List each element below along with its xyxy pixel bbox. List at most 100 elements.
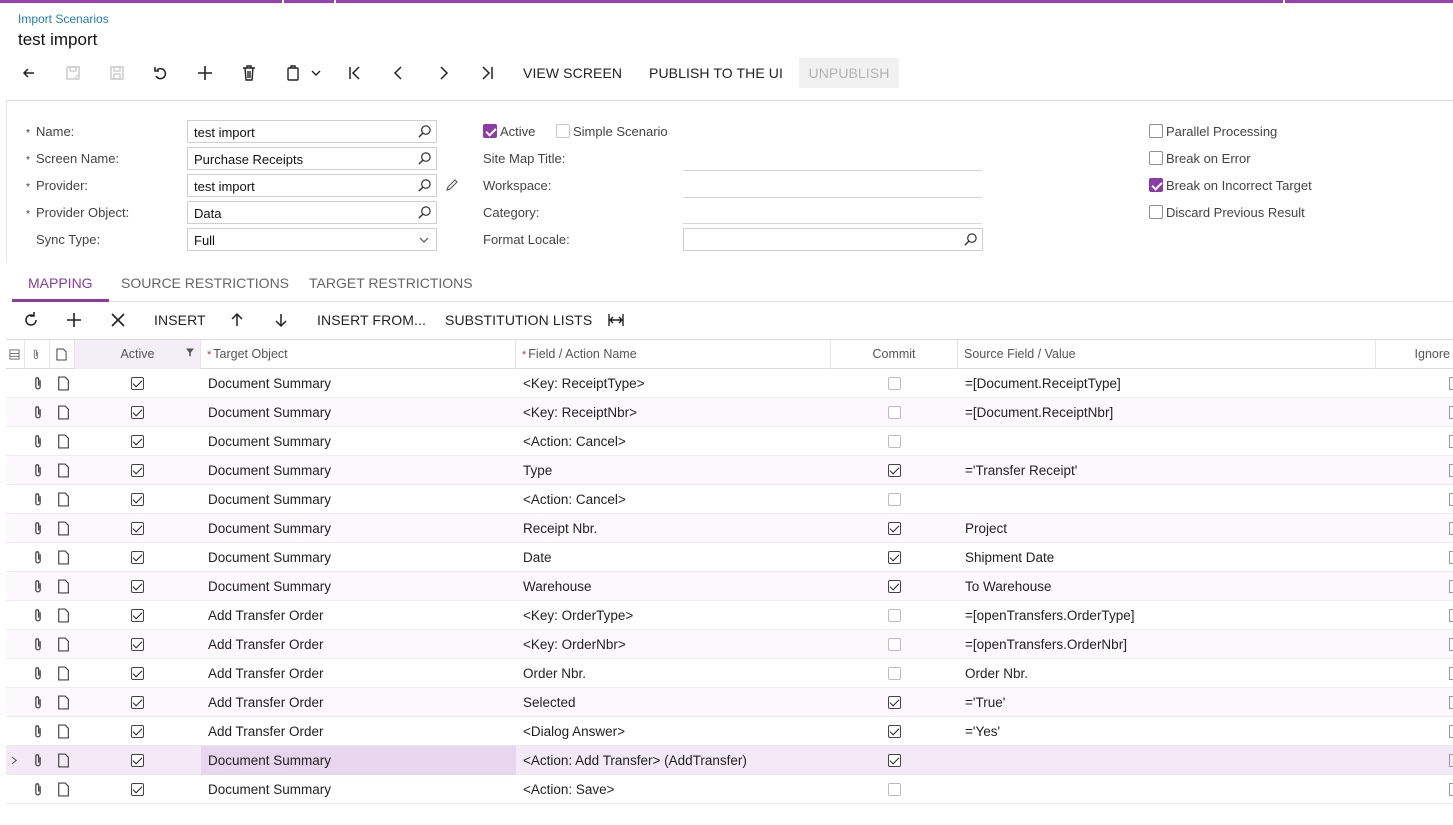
insert-button[interactable]: INSERT — [144, 305, 216, 335]
paperclip-icon[interactable] — [31, 434, 45, 449]
field-action-cell[interactable]: <Action: Cancel> — [516, 485, 831, 514]
field-action-cell[interactable]: <Action: Cancel> — [516, 427, 831, 456]
field-action-cell[interactable]: <Action: Add Transfer> (AddTransfer) — [516, 746, 831, 775]
row-selector-header[interactable] — [6, 340, 25, 369]
commit-checkbox[interactable] — [888, 522, 901, 535]
table-row[interactable]: Add Transfer Order Order Nbr. Order Nbr. — [6, 659, 1453, 688]
source-field-cell[interactable]: ='Yes' — [958, 717, 1376, 746]
note-icon[interactable] — [56, 550, 70, 565]
fit-columns-icon[interactable] — [601, 305, 631, 335]
source-field-cell[interactable]: Project — [958, 514, 1376, 543]
search-icon[interactable] — [417, 124, 432, 139]
field-action-cell[interactable]: Warehouse — [516, 572, 831, 601]
delete-icon[interactable] — [234, 58, 264, 88]
tab-target-restrictions[interactable]: TARGET RESTRICTIONS — [293, 268, 489, 302]
parallel-processing-checkbox[interactable] — [1149, 124, 1163, 138]
view-screen-button[interactable]: VIEW SCREEN — [513, 58, 632, 88]
field-action-cell[interactable]: Type — [516, 456, 831, 485]
paperclip-icon[interactable] — [31, 492, 45, 507]
target-object-cell[interactable]: Document Summary — [201, 746, 516, 775]
last-record-icon[interactable] — [472, 58, 502, 88]
commit-checkbox[interactable] — [888, 406, 901, 419]
source-field-cell[interactable] — [958, 427, 1376, 456]
search-icon[interactable] — [417, 151, 432, 166]
format-locale-field[interactable] — [683, 228, 983, 251]
active-checkbox[interactable] — [131, 493, 144, 506]
ignore-checkbox[interactable] — [1449, 609, 1453, 622]
table-row[interactable]: Document Summary <Action: Save> — [6, 775, 1453, 804]
paperclip-icon[interactable] — [31, 579, 45, 594]
paperclip-icon[interactable] — [31, 695, 45, 710]
commit-checkbox[interactable] — [888, 609, 901, 622]
table-row[interactable]: Document Summary <Action: Add Transfer> (… — [6, 746, 1453, 775]
field-action-cell[interactable]: Receipt Nbr. — [516, 514, 831, 543]
active-checkbox[interactable] — [131, 464, 144, 477]
table-row[interactable]: Document Summary <Action: Cancel> — [6, 485, 1453, 514]
site-map-title-field[interactable] — [683, 170, 982, 171]
commit-checkbox[interactable] — [888, 493, 901, 506]
first-record-icon[interactable] — [340, 58, 370, 88]
table-row[interactable]: Document Summary Warehouse To Warehouse — [6, 572, 1453, 601]
active-checkbox[interactable] — [131, 667, 144, 680]
table-row[interactable]: Add Transfer Order <Dialog Answer> ='Yes' — [6, 717, 1453, 746]
field-action-cell[interactable]: <Dialog Answer> — [516, 717, 831, 746]
edit-pencil-icon[interactable] — [445, 178, 459, 192]
undo-icon[interactable] — [146, 58, 176, 88]
table-row[interactable]: Document Summary <Action: Cancel> — [6, 427, 1453, 456]
paperclip-icon[interactable] — [31, 521, 45, 536]
paperclip-icon[interactable] — [31, 666, 45, 681]
note-icon[interactable] — [56, 608, 70, 623]
commit-checkbox[interactable] — [888, 435, 901, 448]
ignore-checkbox[interactable] — [1449, 464, 1453, 477]
table-row[interactable]: Document Summary Receipt Nbr. Project — [6, 514, 1453, 543]
note-icon[interactable] — [56, 405, 70, 420]
name-field[interactable]: test import — [187, 120, 437, 143]
source-field-cell[interactable]: ='True' — [958, 688, 1376, 717]
active-checkbox[interactable] — [131, 522, 144, 535]
source-field-cell[interactable]: =[Document.ReceiptType] — [958, 369, 1376, 398]
paperclip-icon[interactable] — [31, 608, 45, 623]
commit-checkbox[interactable] — [888, 696, 901, 709]
active-header[interactable]: Active — [75, 340, 201, 369]
copy-paste-icon[interactable] — [278, 58, 308, 88]
note-icon[interactable] — [56, 434, 70, 449]
search-icon[interactable] — [963, 232, 978, 247]
note-icon[interactable] — [56, 782, 70, 797]
provider-object-field[interactable]: Data — [187, 201, 437, 224]
paperclip-icon[interactable] — [31, 376, 45, 391]
note-icon[interactable] — [56, 579, 70, 594]
commit-checkbox[interactable] — [888, 667, 901, 680]
paperclip-icon[interactable] — [31, 405, 45, 420]
target-object-cell[interactable]: Document Summary — [201, 514, 516, 543]
commit-checkbox[interactable] — [888, 754, 901, 767]
target-object-cell[interactable]: Add Transfer Order — [201, 688, 516, 717]
ignore-checkbox[interactable] — [1449, 638, 1453, 651]
table-row[interactable]: Add Transfer Order Selected ='True' — [6, 688, 1453, 717]
source-field-cell[interactable]: =[Document.ReceiptNbr] — [958, 398, 1376, 427]
target-object-cell[interactable]: Document Summary — [201, 775, 516, 804]
field-action-header[interactable]: * Field / Action Name — [516, 340, 831, 369]
field-action-cell[interactable]: <Action: Save> — [516, 775, 831, 804]
commit-header[interactable]: Commit — [831, 340, 958, 369]
paperclip-icon[interactable] — [31, 550, 45, 565]
target-object-cell[interactable]: Document Summary — [201, 398, 516, 427]
active-checkbox[interactable] — [131, 696, 144, 709]
field-action-cell[interactable]: <Key: OrderType> — [516, 601, 831, 630]
table-row[interactable]: Document Summary <Key: ReceiptNbr> =[Docum… — [6, 398, 1453, 427]
ignore-checkbox[interactable] — [1449, 406, 1453, 419]
note-icon[interactable] — [56, 492, 70, 507]
source-field-cell[interactable]: Shipment Date — [958, 543, 1376, 572]
active-checkbox[interactable] — [131, 638, 144, 651]
row-settings-icon[interactable] — [9, 349, 20, 360]
commit-checkbox[interactable] — [888, 725, 901, 738]
table-row[interactable]: Document Summary Date Shipment Date — [6, 543, 1453, 572]
search-icon[interactable] — [417, 178, 432, 193]
commit-checkbox[interactable] — [888, 377, 901, 390]
target-object-cell[interactable]: Add Transfer Order — [201, 659, 516, 688]
field-action-cell[interactable]: <Key: OrderNbr> — [516, 630, 831, 659]
save-icon[interactable] — [102, 58, 132, 88]
target-object-cell[interactable]: Add Transfer Order — [201, 717, 516, 746]
break-on-incorrect-target-checkbox[interactable] — [1149, 178, 1163, 192]
save-close-icon[interactable] — [58, 58, 88, 88]
source-field-cell[interactable]: To Warehouse — [958, 572, 1376, 601]
